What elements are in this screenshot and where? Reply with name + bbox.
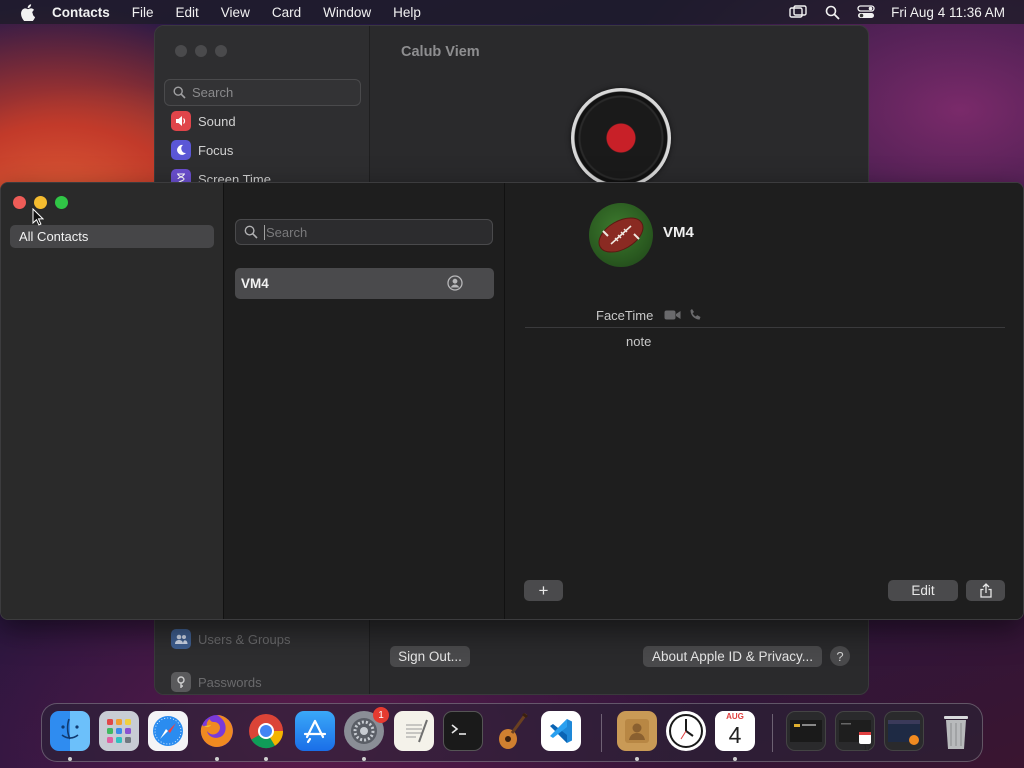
calendar-mini-day: 17 [863, 745, 871, 752]
note-label[interactable]: note [626, 334, 651, 349]
control-center-icon[interactable] [855, 1, 877, 23]
contact-name: VM4 [241, 276, 269, 291]
settings-sidebar-item-users-groups[interactable]: Users & Groups [171, 629, 290, 649]
launchpad-icon[interactable] [99, 711, 139, 751]
facetime-video-icon[interactable] [664, 309, 681, 321]
contacts-search-input[interactable] [264, 224, 474, 240]
calendar-icon[interactable]: AUG 4 [715, 711, 755, 751]
settings-window-controls [175, 45, 227, 57]
running-indicator [362, 757, 366, 761]
garageband-icon[interactable] [492, 711, 532, 751]
dock-separator [772, 714, 773, 752]
app-store-icon[interactable] [295, 711, 335, 751]
share-button[interactable] [966, 580, 1005, 601]
menu-help[interactable]: Help [393, 5, 421, 20]
menu-app-name[interactable]: Contacts [52, 5, 110, 20]
settings-sidebar-label: Sound [198, 113, 236, 129]
settings-sidebar-item-focus[interactable]: Focus [171, 140, 233, 160]
search-icon [173, 86, 186, 99]
settings-sidebar-label: Focus [198, 142, 234, 158]
textedit-icon[interactable] [394, 711, 434, 751]
menu-bar: Contacts File Edit View Card Window Help… [0, 0, 1024, 24]
running-indicator [264, 757, 268, 761]
contact-card-name: VM4 [663, 224, 694, 241]
dock-separator [601, 714, 602, 752]
close-button[interactable] [13, 196, 26, 209]
minimized-firefox-window-thumbnail[interactable] [884, 711, 924, 751]
contacts-icon[interactable] [617, 711, 657, 751]
football-icon [598, 217, 644, 253]
contact-avatar[interactable] [589, 203, 653, 267]
menu-bar-clock[interactable]: Fri Aug 4 11:36 AM [891, 5, 1005, 20]
settings-search-field[interactable]: Search [164, 79, 361, 106]
menu-window[interactable]: Window [323, 5, 371, 20]
users-icon [171, 629, 191, 649]
contact-list-pane: VM4 [224, 183, 505, 619]
my-card-icon [447, 275, 463, 291]
contact-list-item[interactable]: VM4 [235, 268, 494, 299]
contacts-window: All Contacts VM4 [0, 182, 1024, 620]
firefox-icon[interactable] [197, 711, 237, 751]
dock: 1 AUG 4 17 [41, 703, 983, 762]
settings-sidebar-item-passwords[interactable]: Passwords [171, 672, 262, 692]
system-settings-icon[interactable]: 1 [344, 707, 389, 751]
screen-mirroring-icon[interactable] [787, 1, 809, 23]
card-field-divider [525, 327, 1005, 328]
vscode-icon[interactable] [541, 711, 581, 751]
apple-menu-icon[interactable] [17, 2, 37, 22]
calendar-month: AUG [715, 711, 755, 722]
share-icon [979, 583, 992, 598]
running-indicator [215, 757, 219, 761]
menu-card[interactable]: Card [272, 5, 301, 20]
settings-pane-title: Calub Viem [401, 44, 480, 60]
menu-view[interactable]: View [221, 5, 250, 20]
menu-file[interactable]: File [132, 5, 154, 20]
moon-icon [171, 140, 191, 160]
clock-icon[interactable] [666, 711, 706, 751]
settings-minimize-button[interactable] [195, 45, 207, 57]
notification-badge: 1 [373, 707, 389, 723]
settings-sidebar-label: Users & Groups [198, 631, 291, 647]
finder-icon[interactable] [50, 711, 90, 751]
settings-close-button[interactable] [175, 45, 187, 57]
edit-button[interactable]: Edit [888, 580, 958, 601]
settings-search-placeholder: Search [192, 85, 234, 100]
running-indicator [68, 757, 72, 761]
facetime-audio-icon[interactable] [689, 308, 702, 321]
menu-edit[interactable]: Edit [176, 5, 199, 20]
minimized-calendar-window-thumbnail[interactable]: 17 [835, 711, 875, 752]
about-apple-id-privacy-button[interactable]: About Apple ID & Privacy... [643, 646, 822, 667]
trash-icon[interactable] [936, 711, 976, 751]
help-button[interactable]: ? [830, 646, 850, 666]
running-indicator [635, 757, 639, 761]
speaker-icon [171, 111, 191, 131]
safari-icon[interactable] [148, 711, 188, 751]
settings-zoom-button[interactable] [215, 45, 227, 57]
key-icon [171, 672, 191, 692]
settings-sidebar-item-sound[interactable]: Sound [171, 111, 236, 131]
running-indicator [733, 757, 737, 761]
apple-id-avatar[interactable] [571, 88, 671, 188]
calendar-day: 4 [728, 722, 742, 748]
contact-card-pane: VM4 FaceTime note + Edit [505, 183, 1023, 619]
minimized-window-thumbnail[interactable] [786, 711, 826, 751]
spotlight-search-icon[interactable] [821, 1, 843, 23]
facetime-label: FaceTime [596, 308, 654, 323]
search-icon [244, 225, 258, 239]
groups-sidebar: All Contacts [1, 183, 224, 619]
zoom-button[interactable] [55, 196, 68, 209]
mouse-pointer-icon [32, 207, 45, 231]
settings-sidebar-label: Passwords [198, 674, 262, 690]
sign-out-button[interactable]: Sign Out... [390, 646, 470, 667]
add-button[interactable]: + [524, 580, 563, 601]
contacts-search-field[interactable] [235, 219, 493, 245]
chrome-icon[interactable] [246, 711, 286, 751]
terminal-icon[interactable] [443, 711, 483, 751]
